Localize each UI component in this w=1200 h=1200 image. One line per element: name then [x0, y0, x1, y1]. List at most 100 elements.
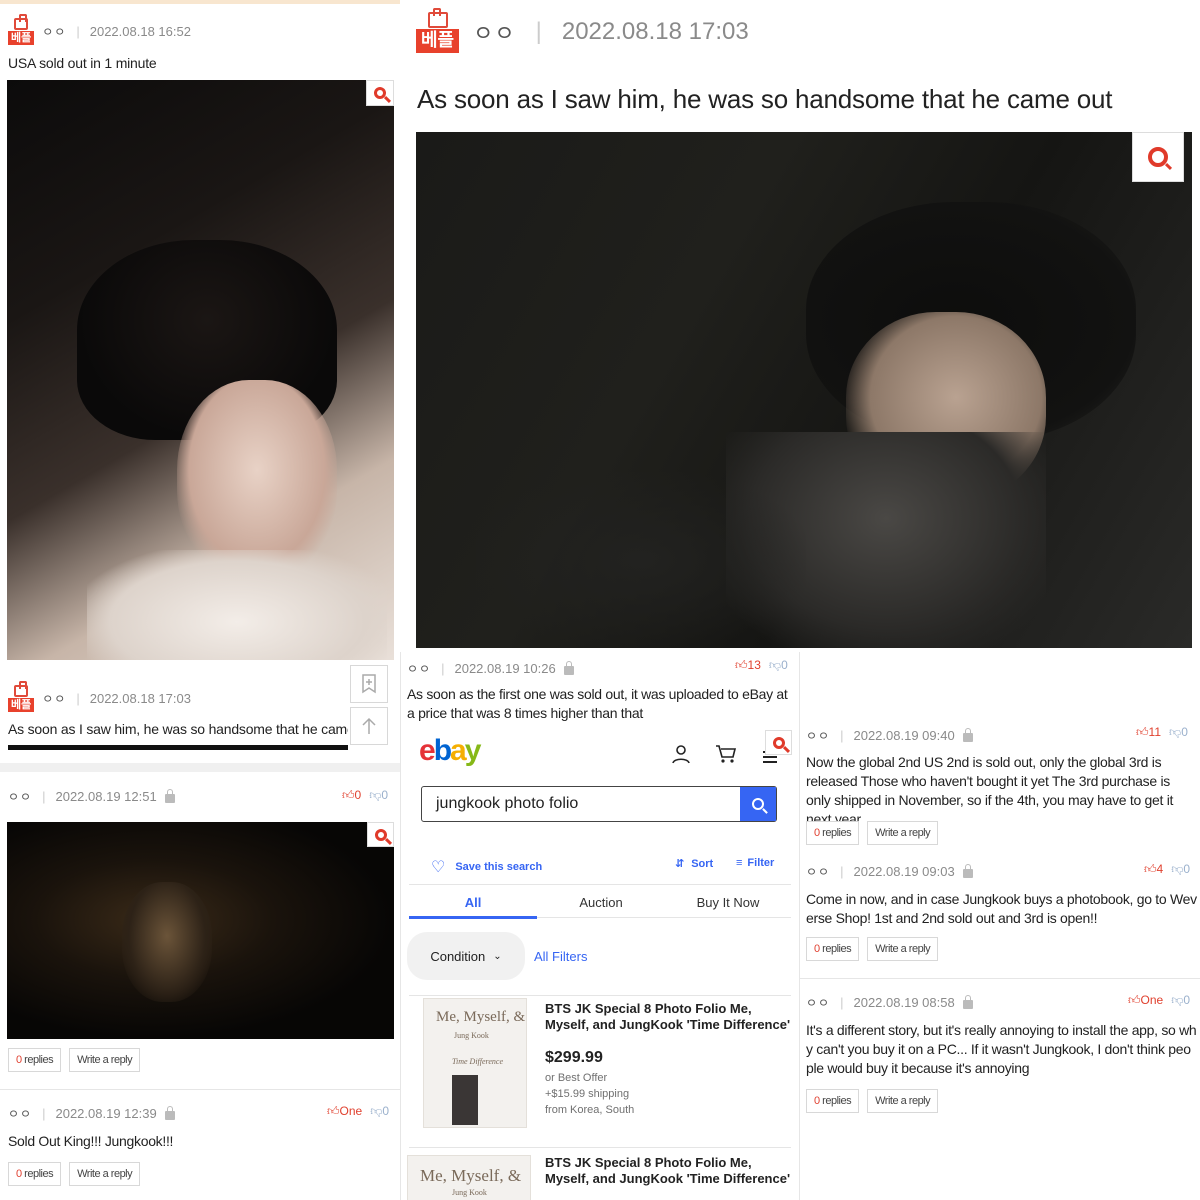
ebay-divider — [409, 884, 791, 885]
ebay-logo[interactable]: ebay — [419, 734, 481, 768]
separator: | — [76, 24, 80, 40]
separator: | — [76, 691, 80, 707]
comment-b: ㅇㅇ | 2022.08.19 12:39 👍︎One 👎︎0 Sold Out… — [0, 1090, 400, 1200]
user-icon[interactable] — [671, 744, 691, 764]
tab-buy-it-now[interactable]: Buy It Now — [665, 895, 791, 910]
ebay-divider — [409, 1147, 791, 1148]
comment-date: 2022.08.19 12:51 — [55, 789, 157, 804]
sort-button[interactable]: ⇵ Sort — [675, 857, 713, 871]
magnifier-icon — [374, 87, 386, 99]
upvote-count[interactable]: 👍︎13 — [735, 658, 761, 673]
reply-actions: 0 replies Write a reply — [806, 937, 939, 961]
comment-video[interactable] — [7, 822, 394, 1039]
comment-date: 2022.08.19 08:58 — [853, 995, 955, 1010]
write-reply-button[interactable]: Write a reply — [69, 1162, 141, 1186]
separator: | — [42, 1106, 46, 1121]
downvote-count[interactable]: 👎︎0 — [370, 1104, 389, 1119]
zoom-button[interactable] — [1132, 132, 1184, 182]
upvote-count[interactable]: 👍︎One — [327, 1104, 362, 1119]
downvote-count[interactable]: 👎︎0 — [1171, 862, 1190, 877]
save-search-link[interactable]: ♡ Save this search — [431, 857, 542, 877]
condition-dropdown[interactable]: Condition ⌄ — [407, 932, 525, 980]
photo-edge — [8, 745, 348, 750]
post-photo[interactable] — [416, 132, 1192, 648]
zoom-button[interactable] — [366, 80, 394, 106]
search-button[interactable] — [740, 787, 776, 821]
listing-offer: or Best Offer — [545, 1072, 608, 1084]
comment-date: 2022.08.19 10:26 — [454, 661, 556, 676]
comment-f: ㅇㅇ | 2022.08.19 08:58 👍︎One 👎︎0 It's a d… — [800, 979, 1200, 1129]
downvote-count[interactable]: 👎︎0 — [769, 658, 788, 673]
comment-meta: ㅇㅇ | 2022.08.19 12:51 — [8, 788, 175, 805]
top-accent-bar — [0, 0, 400, 4]
replies-button[interactable]: 0 replies — [806, 1089, 860, 1113]
upvote-count[interactable]: 👍︎4 — [1144, 862, 1163, 877]
post-photo[interactable] — [7, 80, 394, 660]
magnifier-icon — [1148, 147, 1168, 167]
listing-image[interactable]: Me, Myself, & Jung Kook Time Difference — [423, 998, 527, 1128]
write-reply-button[interactable]: Write a reply — [867, 821, 939, 845]
tab-all[interactable]: All — [409, 895, 537, 910]
ebay-tabs: All Auction Buy It Now — [409, 895, 791, 910]
comment-meta: ㅇㅇ | 2022.08.19 09:03 — [806, 863, 973, 880]
nickname: ㅇㅇ — [42, 692, 67, 707]
upvote-count[interactable]: 👍︎One — [1128, 993, 1163, 1008]
arrow-up-icon — [362, 717, 376, 734]
comment-text: As soon as the first one was sold out, i… — [407, 686, 788, 721]
search-input[interactable]: jungkook photo folio — [421, 786, 777, 822]
listing-price: $299.99 — [545, 1049, 603, 1066]
listing-title[interactable]: BTS JK Special 8 Photo Folio Me, Myself,… — [545, 1155, 795, 1187]
search-icon — [752, 798, 764, 810]
write-reply-button[interactable]: Write a reply — [867, 1089, 939, 1113]
post-text: As soon as I saw him, he was so handsome… — [417, 84, 1113, 114]
bookmark-button[interactable] — [350, 665, 388, 703]
write-reply-button[interactable]: Write a reply — [867, 937, 939, 961]
comment-date: 2022.08.19 09:40 — [853, 728, 955, 743]
upvote-count[interactable]: 👍︎0 — [342, 788, 361, 803]
post-panel-3: 베플 ㅇㅇ | 2022.08.18 17:03 As soon as I sa… — [0, 665, 400, 755]
write-reply-button[interactable]: Write a reply — [69, 1048, 141, 1072]
coat-shadow — [476, 472, 806, 648]
vote-counts: 👍︎11 👎︎0 — [1136, 725, 1188, 740]
comment-text: Now the global 2nd US 2nd is sold out, o… — [806, 754, 1174, 827]
lock-icon — [962, 864, 973, 878]
downvote-count[interactable]: 👎︎0 — [1169, 725, 1188, 740]
comment-text: It's a different story, but it's really … — [806, 1022, 1197, 1076]
comment-meta: ㅇㅇ | 2022.08.19 10:26 — [407, 660, 574, 677]
replies-button[interactable]: 0 replies — [8, 1162, 62, 1186]
comment-d: ㅇㅇ | 2022.08.19 09:40 👍︎11 👎︎0 Now the g… — [800, 715, 1200, 855]
tab-auction[interactable]: Auction — [537, 895, 665, 910]
best-badge: 베플 — [8, 681, 35, 713]
replies-button[interactable]: 0 replies — [8, 1048, 62, 1072]
vote-counts: 👍︎13 👎︎0 — [735, 658, 788, 673]
downvote-count[interactable]: 👎︎0 — [1171, 993, 1190, 1008]
nickname: ㅇㅇ — [473, 21, 516, 47]
downvote-count[interactable]: 👎︎0 — [369, 788, 388, 803]
panel-divider — [400, 0, 408, 652]
search-query: jungkook photo folio — [436, 795, 579, 812]
all-filters-link[interactable]: All Filters — [534, 949, 587, 964]
separator: | — [535, 18, 542, 46]
filter-button[interactable]: ≡ Filter — [736, 857, 774, 869]
vote-counts: 👍︎One 👎︎0 — [327, 1104, 389, 1119]
post-date: 2022.08.18 16:52 — [89, 24, 191, 40]
upvote-count[interactable]: 👍︎11 — [1136, 725, 1161, 740]
post-meta: 베플 ㅇㅇ | 2022.08.18 17:03 — [8, 681, 191, 713]
listing-image[interactable]: Me, Myself, & Jung Kook — [407, 1155, 531, 1200]
zoom-button[interactable] — [367, 822, 394, 847]
nickname: ㅇㅇ — [407, 662, 432, 676]
replies-button[interactable]: 0 replies — [806, 821, 860, 845]
best-badge: 베플 — [416, 8, 460, 53]
nickname: ㅇㅇ — [8, 1107, 33, 1121]
scroll-top-button[interactable] — [350, 707, 388, 745]
cart-icon[interactable] — [715, 744, 737, 764]
nickname: ㅇㅇ — [806, 996, 831, 1010]
comment-text: Come in now, and in case Jungkook buys a… — [806, 891, 1197, 926]
replies-button[interactable]: 0 replies — [806, 937, 860, 961]
reply-actions: 0 replies Write a reply — [806, 1089, 939, 1113]
section-divider — [0, 763, 400, 772]
zoom-button[interactable] — [765, 730, 792, 755]
lock-icon — [164, 789, 175, 803]
listing-title[interactable]: BTS JK Special 8 Photo Folio Me, Myself,… — [545, 1001, 795, 1033]
post-panel-2: 베플 ㅇㅇ | 2022.08.18 17:03 As soon as I sa… — [408, 0, 1200, 652]
